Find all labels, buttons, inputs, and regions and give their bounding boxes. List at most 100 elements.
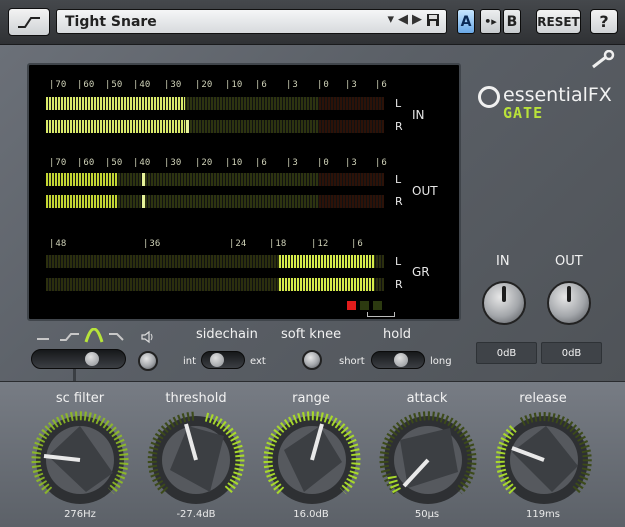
prev-preset-icon[interactable]: ◀ — [398, 12, 408, 27]
release-label: release — [519, 391, 567, 406]
wrench-icon[interactable] — [590, 50, 618, 70]
soft-knee-label: soft knee — [281, 327, 342, 342]
gr-scale: 48 36 24 18 12 6 — [49, 239, 389, 251]
save-icon[interactable] — [426, 13, 440, 27]
output-gain-readout: 0dB — [541, 342, 602, 364]
tick-label: 10 — [225, 158, 242, 168]
tick-label: 6 — [351, 239, 362, 249]
tick-label: 6 — [255, 80, 266, 90]
next-preset-icon[interactable]: ▶ — [412, 12, 422, 27]
clip-led-red — [347, 301, 356, 310]
dropdown-arrow-icon[interactable]: ▾ — [387, 12, 394, 27]
hold-long-label: long — [430, 356, 452, 367]
tick-label: 50 — [105, 158, 122, 168]
in-scale: 7060504030201063036 — [49, 80, 389, 92]
range-knob[interactable] — [262, 410, 362, 510]
tick-label: 20 — [195, 158, 212, 168]
input-gain-knob[interactable] — [482, 281, 526, 325]
tick-label: 24 — [229, 239, 246, 249]
logo-e-icon — [478, 86, 500, 108]
tick-label: 6 — [255, 158, 266, 168]
gr-right-label: R — [395, 278, 403, 291]
preset-selector[interactable]: Tight Snare ▾ ◀ ▶ — [56, 9, 447, 34]
filter-type-selector[interactable] — [33, 328, 133, 346]
b-button[interactable]: B — [503, 9, 521, 34]
gr-left-label: L — [395, 255, 402, 268]
out-left-label: L — [395, 173, 402, 186]
level-meter-display: 7060504030201063036 L R IN 7060504030201… — [27, 63, 461, 321]
range-value: 16.0dB — [293, 509, 329, 520]
attack-value: 50µs — [414, 509, 440, 520]
gr-meter-left — [46, 255, 384, 268]
tick-label: 3 — [286, 158, 297, 168]
tick-label: 0 — [317, 80, 328, 90]
tick-label: 70 — [49, 80, 66, 90]
tick-label: 20 — [195, 80, 212, 90]
tick-label: 18 — [269, 239, 286, 249]
preset-controls: ▾ ◀ ▶ — [387, 12, 440, 27]
tick-label: 40 — [133, 158, 150, 168]
release-value: 119ms — [525, 509, 561, 520]
in-meter-right — [46, 120, 384, 133]
help-button[interactable]: ? — [590, 9, 618, 34]
tick-label: 3 — [345, 80, 356, 90]
tick-label: 30 — [164, 80, 181, 90]
output-gain-knob[interactable] — [547, 281, 591, 325]
hold-short-label: short — [339, 356, 365, 367]
listen-button[interactable] — [138, 351, 158, 371]
curve-icon — [18, 17, 40, 28]
out-right-label: R — [395, 195, 403, 208]
tick-label: 60 — [77, 158, 94, 168]
soft-knee-button[interactable] — [302, 350, 322, 370]
attack-knob[interactable] — [378, 410, 478, 510]
brand-name: essentialFX — [503, 84, 612, 106]
input-gain-readout: 0dB — [476, 342, 537, 364]
tick-label: 12 — [311, 239, 328, 249]
out-meter-left — [46, 173, 384, 186]
filter-lowpass-icon[interactable] — [109, 333, 124, 341]
gr-meter-right — [46, 278, 384, 291]
filter-bandpass-icon[interactable] — [84, 328, 104, 343]
tick-label: 3 — [286, 80, 297, 90]
gr-section-label: GR — [412, 265, 430, 279]
tick-label: 36 — [143, 239, 160, 249]
out-scale: 7060504030201063036 — [49, 158, 389, 170]
tick-label: 30 — [164, 158, 181, 168]
hold-switch[interactable] — [371, 351, 425, 369]
sc-filter-label: sc filter — [55, 391, 105, 406]
sidechain-int-label: int — [183, 356, 197, 367]
release-knob[interactable] — [494, 410, 594, 510]
clip-led-1 — [360, 301, 369, 310]
threshold-value: -27.4dB — [176, 509, 216, 520]
sc-filter-knob[interactable] — [30, 410, 130, 510]
threshold-knob[interactable] — [146, 410, 246, 510]
tick-label: 10 — [225, 80, 242, 90]
sc-filter-slider[interactable] — [31, 349, 126, 369]
filter-highpass-icon[interactable] — [60, 333, 79, 341]
curve-button[interactable] — [8, 8, 50, 36]
tick-label: 3 — [345, 158, 356, 168]
in-knob-label: IN — [496, 254, 510, 269]
clip-led-2 — [373, 301, 382, 310]
tick-label: 48 — [49, 239, 66, 249]
sc-filter-value: 276Hz — [64, 509, 96, 520]
tick-label: 50 — [105, 80, 122, 90]
in-section-label: IN — [412, 108, 425, 122]
sidechain-label: sidechain — [196, 327, 258, 342]
sidechain-switch[interactable] — [201, 351, 245, 369]
copy-ab-button[interactable]: •▸ — [480, 9, 501, 34]
attack-label: attack — [406, 391, 448, 406]
hold-label: hold — [383, 327, 412, 342]
out-knob-label: OUT — [555, 254, 583, 269]
tick-label: 60 — [77, 80, 94, 90]
in-left-label: L — [395, 97, 402, 110]
preset-name: Tight Snare — [65, 13, 157, 30]
reset-button[interactable]: RESET — [536, 9, 581, 34]
tick-label: 6 — [375, 158, 386, 168]
sidechain-ext-label: ext — [250, 356, 266, 367]
threshold-label: threshold — [165, 391, 227, 406]
led-bracket — [367, 312, 395, 317]
range-label: range — [292, 391, 330, 406]
a-button[interactable]: A — [457, 9, 475, 34]
tick-label: 0 — [317, 158, 328, 168]
